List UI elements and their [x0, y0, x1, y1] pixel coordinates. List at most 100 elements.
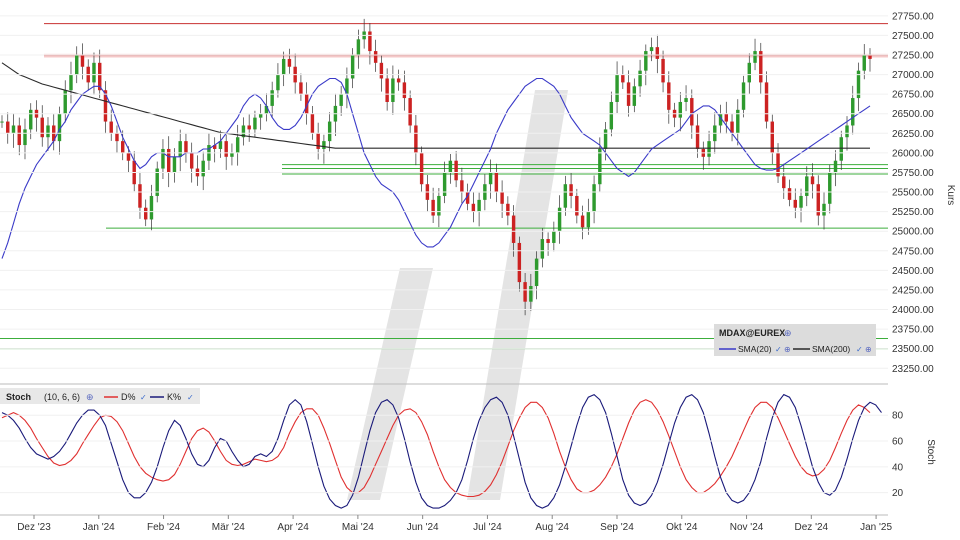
candle-body	[759, 51, 763, 83]
candle-body	[115, 133, 119, 142]
x-tick-label: Dez '23	[17, 522, 51, 533]
candle-body	[75, 54, 79, 75]
candle-body	[506, 203, 510, 216]
candle-body	[414, 125, 418, 153]
candle-body	[609, 101, 614, 130]
x-tick-label: Jun '24	[407, 522, 439, 533]
price-tick-label: 27000.00	[892, 70, 934, 81]
candle-body	[368, 31, 372, 52]
candle-body	[253, 117, 257, 130]
legend-sma20-label: SMA(20)	[738, 344, 772, 354]
candle-body	[822, 203, 826, 216]
candle-body	[586, 211, 591, 228]
candle-body	[511, 215, 516, 243]
candle-body	[408, 98, 412, 126]
legend-sma200-info-icon[interactable]: ⊕	[865, 345, 872, 354]
chart-canvas: 23250.00 23500.00 23750.00 24000.00 24250.00…	[0, 11, 956, 533]
stoch-info-icon[interactable]: ⊕	[86, 392, 94, 402]
candle-body	[322, 141, 326, 149]
price-tick-label: 25500.00	[892, 188, 934, 199]
candle-body	[454, 160, 458, 181]
stoch-title: Stoch	[6, 392, 31, 402]
candle-body	[851, 98, 855, 126]
price-tick-label: 25250.00	[892, 207, 934, 218]
price-tick-label: 24250.00	[892, 285, 934, 296]
candle-body	[569, 184, 573, 196]
stoch-tick-label: 40	[892, 462, 904, 473]
candle-body	[632, 86, 637, 106]
candle-body	[126, 152, 131, 161]
price-tick-label: 25750.00	[892, 168, 934, 179]
candle-body	[276, 74, 280, 91]
candle-body	[862, 54, 866, 71]
candle-body	[80, 54, 85, 67]
stoch-axis-label: Stoch	[925, 439, 936, 465]
candle-body	[603, 129, 608, 149]
candle-body	[534, 258, 539, 287]
candle-body	[121, 141, 125, 153]
candle-body	[724, 113, 729, 122]
stoch-d-label: D%	[121, 392, 136, 402]
candle-body	[793, 199, 797, 208]
candle-body	[0, 121, 4, 123]
candle-body	[109, 121, 113, 134]
legend-info-icon[interactable]: ⊕	[784, 328, 792, 338]
candle-body	[419, 152, 424, 185]
price-tick-label: 23500.00	[892, 344, 934, 355]
candle-body	[839, 137, 843, 161]
legend-sma200-check-icon[interactable]: ✓	[856, 345, 863, 354]
price-tick-label: 23250.00	[892, 364, 934, 375]
candle-body	[529, 286, 533, 302]
candle-body	[92, 62, 96, 83]
candle-body	[638, 70, 642, 87]
price-tick-label: 24750.00	[892, 246, 934, 257]
candle-body	[471, 203, 476, 212]
candle-body	[540, 239, 545, 259]
candle-body	[741, 82, 746, 110]
candle-body	[598, 148, 602, 185]
candle-body	[299, 82, 303, 95]
candle-body	[270, 90, 274, 106]
candle-body	[310, 113, 315, 134]
legend-sma20-info-icon[interactable]: ⊕	[784, 345, 791, 354]
candle-body	[17, 125, 21, 146]
candle-body	[178, 141, 182, 157]
candle-body	[805, 176, 809, 196]
candle-body	[396, 78, 401, 83]
stoch-d-check-icon[interactable]: ✓	[140, 393, 147, 402]
candle-body	[258, 113, 263, 118]
candle-body	[373, 51, 378, 63]
x-tick-label: Dez '24	[795, 522, 829, 533]
candle-body	[379, 62, 384, 79]
price-legend: MDAX@EUREX ⊕ SMA(20) ✓ ⊕ SMA(200) ✓ ⊕	[714, 324, 876, 356]
x-tick-label: Aug '24	[535, 522, 569, 533]
candle-body	[385, 78, 389, 102]
candle-body	[667, 82, 671, 110]
candle-body	[753, 51, 757, 63]
x-tick-label: Feb '24	[147, 522, 180, 533]
candle-body	[690, 98, 694, 126]
candle-body	[235, 137, 240, 153]
x-tick-label: Apr '24	[277, 522, 309, 533]
legend-sma200-label: SMA(200)	[812, 344, 850, 354]
candle-body	[189, 152, 194, 169]
candle-body	[523, 282, 527, 302]
candle-body	[46, 125, 50, 138]
candle-body	[184, 141, 188, 153]
legend-sma20-check-icon[interactable]: ✓	[775, 345, 782, 354]
x-tick-label: Jul '24	[473, 522, 502, 533]
price-tick-label: 23750.00	[892, 325, 934, 336]
stoch-k-check-icon[interactable]: ✓	[187, 393, 194, 402]
x-axis: Dez '23 Jan '24 Feb '24 Mär '24 Apr '24 Mai '…	[0, 514, 892, 533]
candle-body	[828, 172, 832, 204]
candle-body	[402, 82, 407, 99]
price-tick-label: 24000.00	[892, 305, 934, 316]
candle-body	[661, 58, 665, 83]
candle-body	[787, 188, 792, 200]
stoch-d-line	[1, 399, 871, 498]
candle-body	[552, 231, 556, 243]
candle-body	[575, 195, 579, 216]
watermark-logo	[347, 90, 568, 500]
candle-body	[747, 62, 751, 83]
candle-body	[517, 242, 522, 283]
